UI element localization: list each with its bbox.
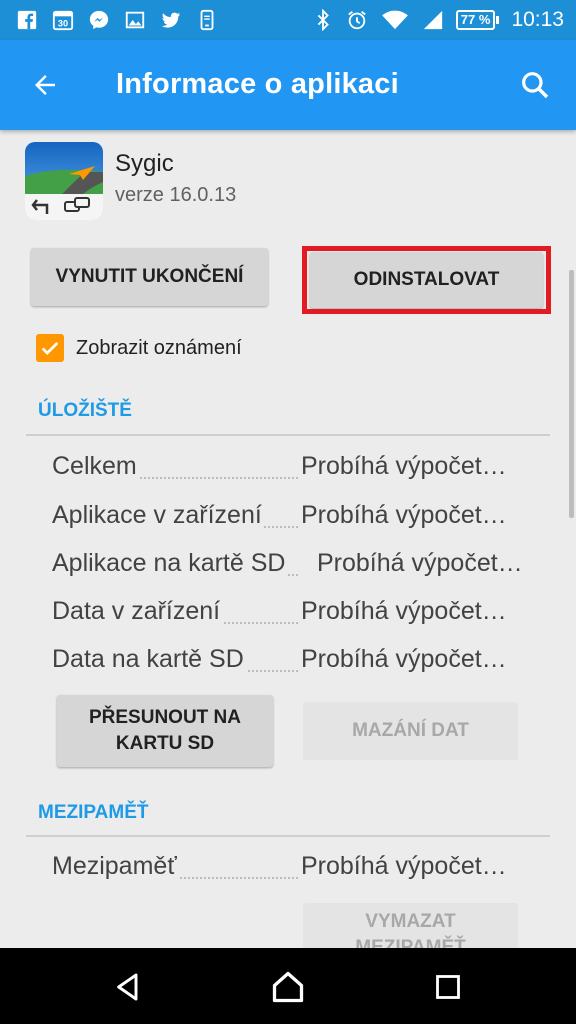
storage-row-app-sd: Aplikace na kartě SD Probíhá výpočet… <box>52 549 524 583</box>
clock: 10:13 <box>511 8 564 31</box>
alarm-icon <box>346 9 368 31</box>
clear-data-button[interactable]: MAZÁNÍ DAT <box>303 702 518 760</box>
search-button[interactable] <box>512 62 558 108</box>
show-notifications-label: Zobrazit oznámení <box>76 336 242 359</box>
messenger-icon <box>88 9 110 31</box>
force-stop-button[interactable]: VYNUTIT UKONČENÍ <box>31 248 268 306</box>
nav-back-button[interactable] <box>98 962 158 1012</box>
clear-cache-button[interactable]: VYMAZAT MEZIPAMĚŤ <box>303 903 518 948</box>
row-label: Mezipaměť <box>52 852 179 881</box>
row-label: Data v zařízení <box>52 597 223 626</box>
phone-icon <box>196 9 218 31</box>
battery-level: 77 % <box>455 10 496 30</box>
storage-row-app-device: Aplikace v zařízení Probíhá výpočet… <box>52 501 524 535</box>
search-icon <box>522 72 549 99</box>
row-value: Probíhá výpočet… <box>301 597 507 625</box>
storage-row-data-sd: Data na kartě SD Probíhá výpočet… <box>52 645 524 679</box>
storage-row-total: Celkem Probíhá výpočet… <box>52 452 524 486</box>
storage-row-data-device: Data v zařízení Probíhá výpočet… <box>52 597 524 631</box>
row-label: Data na kartě SD <box>52 645 246 674</box>
move-to-sd-label-line1: PŘESUNOUT NA <box>88 707 241 728</box>
app-info-content[interactable]: Sygic verze 16.0.13 VYNUTIT UKONČENÍ ODI… <box>0 130 576 948</box>
bluetooth-icon <box>312 9 334 31</box>
nav-home-button[interactable] <box>258 962 318 1012</box>
row-label: Celkem <box>52 452 139 481</box>
app-name: Sygic <box>115 150 174 177</box>
battery-icon: 77 % <box>455 10 500 30</box>
row-value: Probíhá výpočet… <box>301 501 507 529</box>
app-version: verze 16.0.13 <box>115 184 237 206</box>
svg-text:30: 30 <box>58 18 68 28</box>
cache-divider <box>26 835 550 837</box>
move-to-sd-label-line2: KARTU SD <box>115 733 215 754</box>
checkmark-icon <box>41 341 59 355</box>
cache-row: Mezipaměť Probíhá výpočet… <box>52 852 524 886</box>
row-label: Aplikace v zařízení <box>52 501 264 530</box>
navigation-bar <box>0 948 576 1024</box>
recents-square-icon <box>436 975 460 999</box>
gallery-icon <box>124 9 146 31</box>
twitter-icon <box>160 9 182 31</box>
clear-cache-label-line2: MEZIPAMĚŤ <box>355 937 466 948</box>
row-label: Aplikace na kartě SD <box>52 549 288 578</box>
row-value: Probíhá výpočet… <box>301 452 507 480</box>
show-notifications-row[interactable]: Zobrazit oznámení <box>36 334 242 362</box>
calendar-icon: 30 <box>52 9 74 31</box>
wifi-icon <box>380 9 410 31</box>
status-bar: 30 77 % 10:13 <box>0 0 576 40</box>
sygic-app-icon <box>25 142 103 220</box>
clear-cache-label-line1: VYMAZAT <box>365 911 456 932</box>
storage-divider <box>26 434 550 436</box>
move-to-sd-button[interactable]: PŘESUNOUT NA KARTU SD <box>57 695 273 767</box>
home-icon <box>272 971 304 1003</box>
row-value: Probíhá výpočet… <box>317 549 523 577</box>
nav-recents-button[interactable] <box>418 962 478 1012</box>
arrow-left-icon <box>35 75 55 95</box>
row-value: Probíhá výpočet… <box>301 852 507 880</box>
show-notifications-checkbox[interactable] <box>36 334 64 362</box>
back-triangle-icon <box>117 973 138 1001</box>
cache-section-title: MEZIPAMĚŤ <box>38 802 149 823</box>
row-value: Probíhá výpočet… <box>301 645 507 673</box>
app-bar: Informace o aplikaci <box>0 40 576 130</box>
storage-section-title: ÚLOŽIŠTĚ <box>38 400 132 421</box>
back-button[interactable] <box>22 62 68 108</box>
facebook-icon <box>16 9 38 31</box>
scrollbar[interactable] <box>569 270 574 518</box>
uninstall-highlight-box <box>302 246 551 314</box>
page-title: Informace o aplikaci <box>116 68 399 100</box>
signal-icon <box>422 9 444 31</box>
